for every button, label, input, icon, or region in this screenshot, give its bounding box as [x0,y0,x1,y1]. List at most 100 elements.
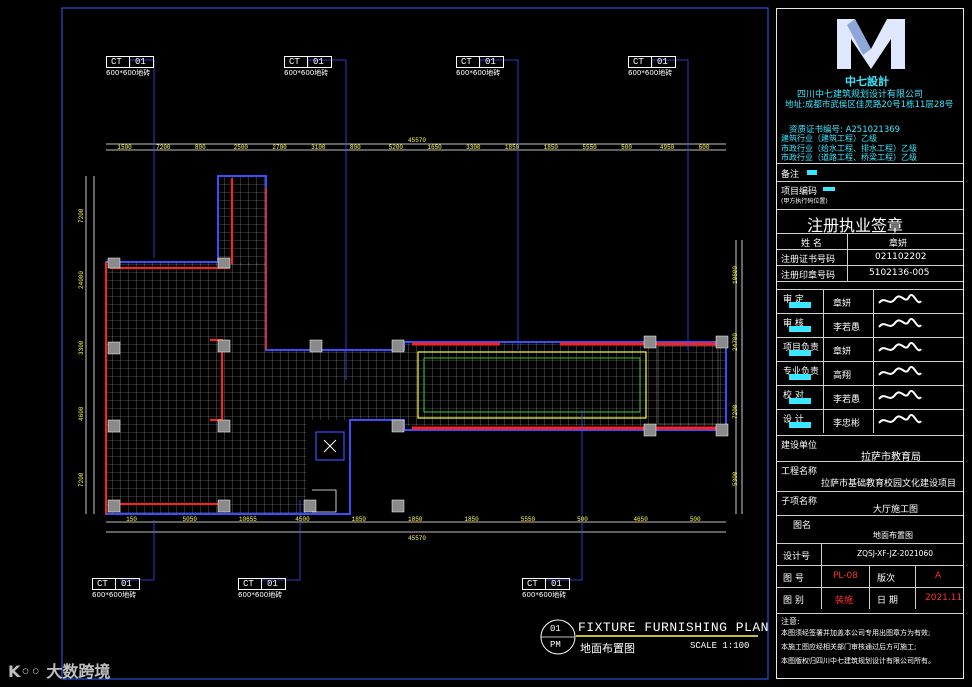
dim-label: 500 [689,516,701,523]
approval-row: 专业负责 高翔 [777,361,963,385]
dim-label: 24000 [78,270,85,289]
dim-label: 7200 [78,208,85,223]
dim-label: 150 [126,516,137,523]
material-tag: CT 01 [284,56,332,68]
approval-person: 李若愚 [833,395,861,405]
dim-label: 500 [621,144,632,151]
approval-row: 项目负责 章妍 [777,337,963,361]
material-tag: CT 01 [92,578,140,590]
version-label: 版次 [877,574,896,584]
registrant-name: 章妍 [889,239,908,249]
tag-divider [479,57,480,67]
tag-num: 01 [313,57,324,67]
dim-label: 4600 [78,406,85,421]
approval-row: 设 计 李忠彬 [777,409,963,433]
project-name-label: 工程名称 [781,467,818,477]
signature-icon [877,389,923,405]
dim-top-total: 45570 [408,137,427,144]
company-name: 四川中七建筑规划设计有限公司 [797,90,924,100]
dim-label: 1850 [351,516,367,523]
dim-label: 10600 [732,265,739,284]
tag-code: CT [633,57,644,67]
dim-label: 2700 [272,144,287,151]
tag-spec: 600*600地砖 [238,591,283,599]
sub-item-label: 子项名称 [781,497,818,507]
dim-label: 1650 [427,144,442,151]
dim-label: 7200 [78,472,85,487]
signature-icon [877,413,923,429]
footer-note-3: 本图版权归四川中七建筑规划设计有限公司所有。 [781,657,935,665]
material-tag: CT 01 [238,578,286,590]
tag-num: 01 [485,57,496,67]
signature-icon [877,293,923,309]
watermark-logo-icon: K◦◦ [8,662,47,681]
tag-code: CT [461,57,472,67]
approval-role-mark [789,326,811,332]
tag-divider [307,57,308,67]
dim-label: 3300 [78,340,85,355]
dim-label: 800 [349,144,361,151]
project-code-sub: (甲方执行码位置) [781,198,828,205]
dim-label: 1850 [504,144,520,151]
drawing-name-value: 地面布置图 [873,531,913,540]
registrant-seal: 5102136-005 [869,268,930,278]
tag-divider [261,579,262,589]
category-value: 装施 [835,596,854,606]
plan-title-en: FIXTURE FURNISHING PLAN [578,620,769,635]
client-label: 建设单位 [781,441,818,451]
approval-person: 李若愚 [833,323,861,333]
title-block: 中七設計 四川中七建筑规划设计有限公司 地址:成都市武侯区佳灵路20号1栋11层… [776,8,964,679]
tag-spec: 600*600地砖 [456,69,501,77]
tag-spec: 600*600地砖 [522,591,567,599]
approval-row: 审 定 章妍 [777,289,963,313]
tag-code: CT [289,57,300,67]
approval-row: 校 对 李若愚 [777,385,963,409]
project-name-value: 拉萨市基础教育校园文化建设项目 [821,479,957,489]
dim-label: 1850 [464,516,479,523]
drawing-no-value: PL-08 [833,571,858,581]
notes-mark [807,170,817,175]
approval-row: 审 核 李若愚 [777,313,963,337]
dim-label: 4500 [295,516,310,523]
approval-person: 高翔 [833,371,852,381]
version-value: A [935,571,942,581]
tag-num: 01 [551,579,562,589]
signature-icon [877,341,923,357]
tag-code: CT [527,579,538,589]
signature-icon [877,317,923,333]
material-tag: CT 01 [456,56,504,68]
drawing-name-label: 图名 [793,521,812,531]
tag-divider [651,57,652,67]
material-tag: CT 01 [628,56,676,68]
stair-core [312,431,345,513]
company-address: 地址:成都市武侯区佳灵路20号1栋11层28号 [785,100,954,110]
drawing-no-label: 图 号 [783,574,804,584]
footer-note-0: 注意: [781,617,800,626]
registrant-seal-label: 注册印章号码 [781,271,836,281]
dim-label: 5550 [520,516,536,523]
tag-num: 01 [121,579,132,589]
dim-label: 2500 [233,144,249,151]
plan-title-cn: 地面布置图 [580,642,635,655]
tag-divider [129,57,130,67]
approval-role-mark [789,398,811,404]
dim-label: 1850 [543,144,559,151]
tag-num: 01 [267,579,278,589]
company-qual-3: 市政行业（道路工程、桥梁工程）乙级 [781,153,917,162]
signature-icon [877,365,923,381]
approval-role-mark [789,302,811,308]
dim-label: 24700 [732,333,739,352]
dim-label: 3300 [466,144,481,151]
dim-label: 500 [577,516,588,523]
plan-title-num: 01 [550,624,561,634]
tag-spec: 600*600地砖 [92,591,137,599]
dim-label: 7200 [732,404,739,419]
dim-label: 5550 [582,144,597,151]
registrant-cert-label: 注册证书号码 [781,255,836,265]
date-label: 日 期 [877,596,898,606]
tag-spec: 600*600地砖 [106,69,151,77]
category-label: 图 别 [783,596,804,606]
dim-label: 5050 [182,516,197,523]
watermark: K◦◦ 大数跨境 [8,658,110,682]
footer-note-2: 本施工图应经相关部门审核通过后方可施工; [781,643,917,651]
